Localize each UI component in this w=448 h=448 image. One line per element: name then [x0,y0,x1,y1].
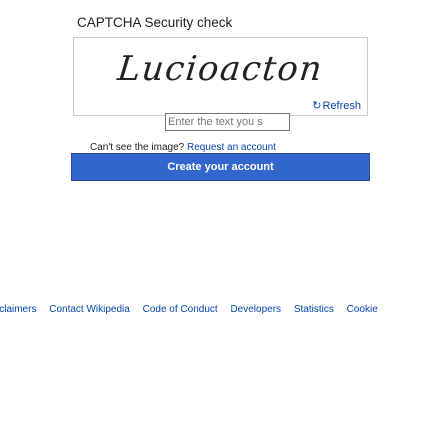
create-account-button[interactable]: Create your account [71,153,370,181]
page: CAPTCHA Security check Lucioacton ↻ Refr… [0,0,448,448]
refresh-label: Refresh [322,99,361,112]
captcha-heading: CAPTCHA Security check [77,15,233,30]
footer-link-contact[interactable]: Contact Wikipedia [49,304,130,315]
footer-link-disclaimers[interactable]: isclaimers [0,304,36,315]
captcha-input[interactable] [165,113,290,131]
refresh-icon: ↻ [312,100,322,112]
footer-links: isclaimers Contact Wikipedia Code of Con… [0,304,388,315]
request-account-link[interactable]: Request an account [187,142,276,153]
footer-link-statistics[interactable]: Statistics [294,304,334,315]
footer-link-cookie[interactable]: Cookie [347,304,378,315]
captcha-help-line: Can't see the image? Request an account [90,142,276,153]
captcha-image-text: Lucioacton [115,49,325,89]
footer-link-code-of-conduct[interactable]: Code of Conduct [143,304,218,315]
refresh-button[interactable]: ↻ Refresh [312,99,361,113]
captcha-image: Lucioacton [115,49,325,89]
captcha-help-text: Can't see the image? [90,142,185,153]
captcha-container: Lucioacton ↻ Refresh [73,37,368,116]
footer-link-developers[interactable]: Developers [230,304,281,315]
